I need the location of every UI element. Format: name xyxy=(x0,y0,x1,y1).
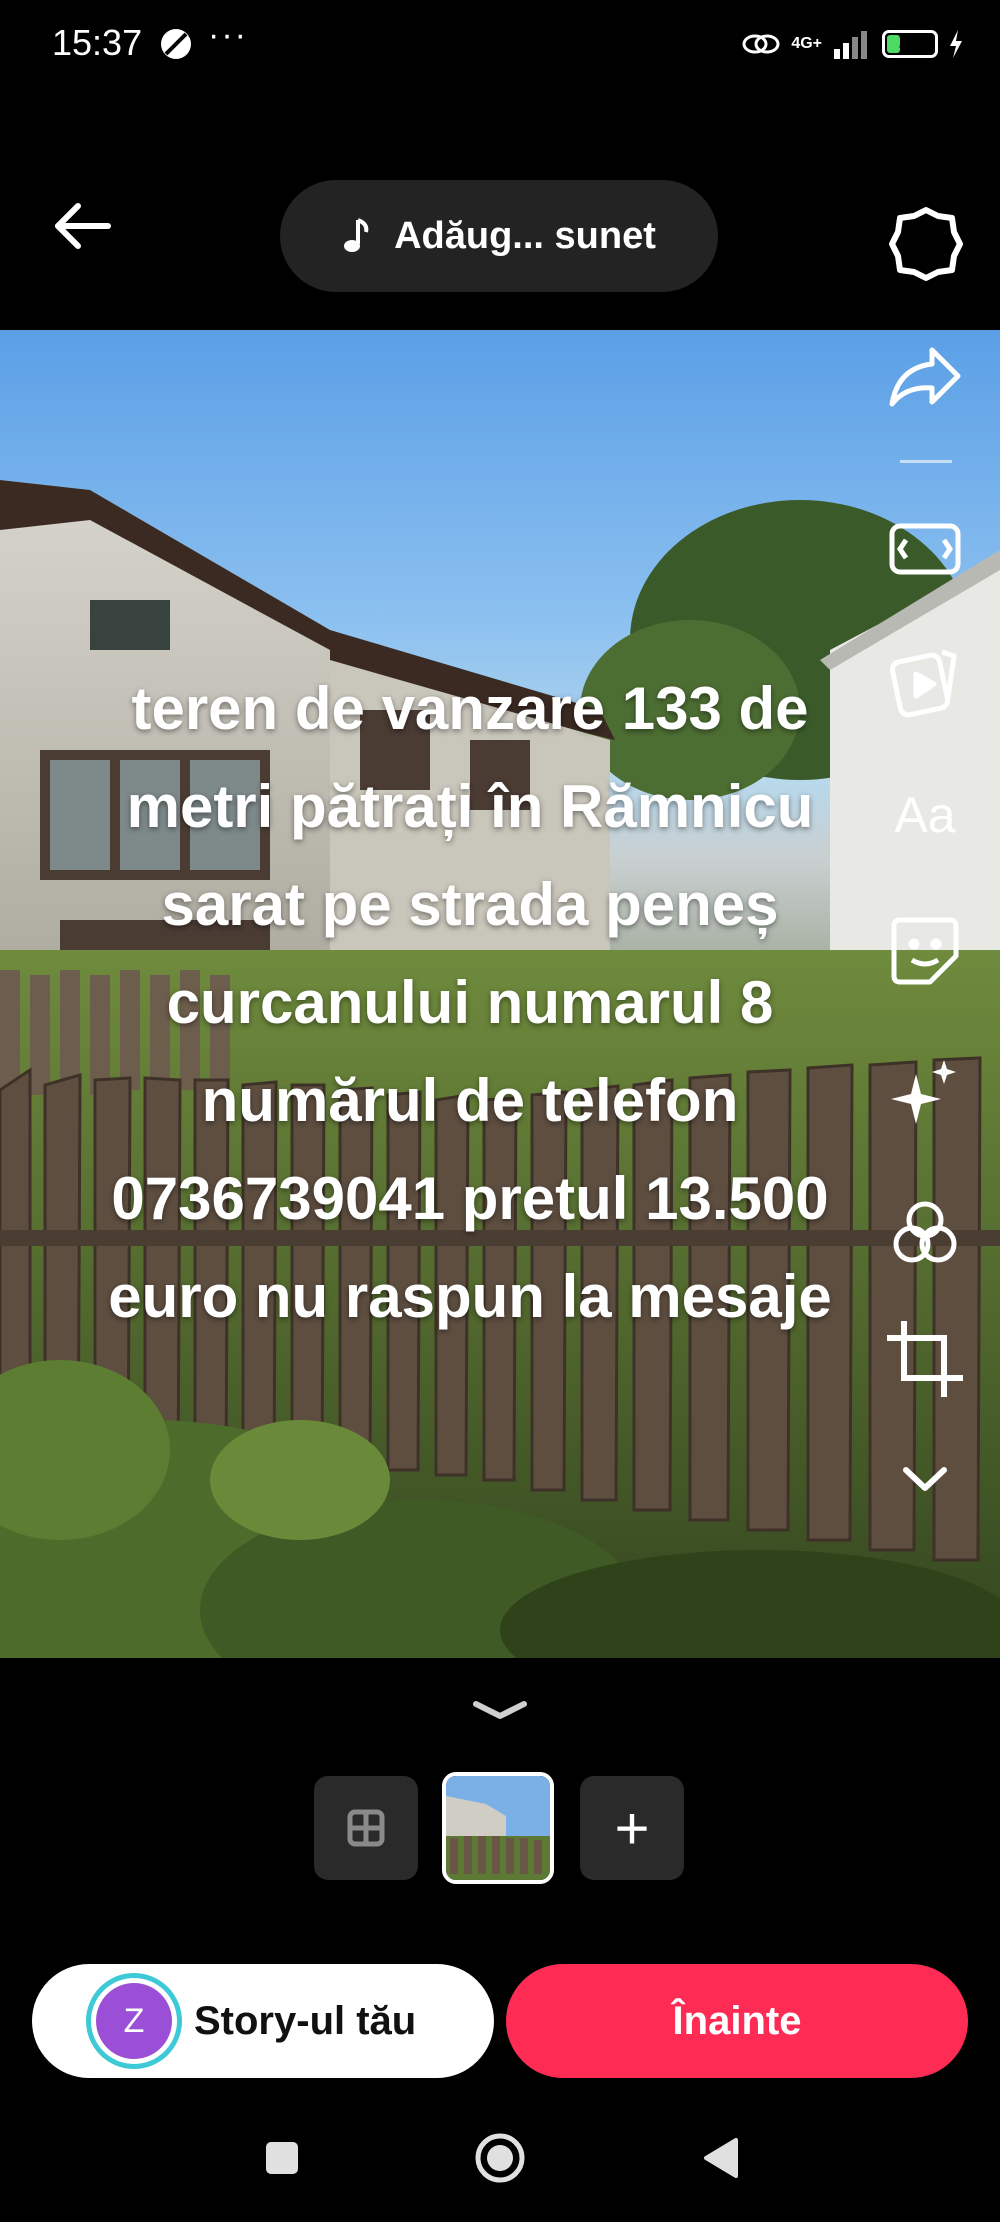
battery-icon: 28 xyxy=(882,30,938,58)
effects-icon xyxy=(891,1060,956,1124)
effects-button[interactable] xyxy=(886,1054,964,1132)
network-label: 4G+ xyxy=(791,35,822,52)
share-button[interactable] xyxy=(886,338,964,416)
toolbar-divider xyxy=(900,460,952,463)
arrow-left-icon xyxy=(55,203,111,249)
collapse-chevron-icon[interactable] xyxy=(470,1696,530,1726)
aspect-ratio-button[interactable] xyxy=(886,510,964,588)
settings-button[interactable] xyxy=(886,204,966,284)
filters-button[interactable] xyxy=(886,1196,964,1274)
chevron-down-icon xyxy=(903,1467,947,1491)
next-label: Înainte xyxy=(672,1998,802,2043)
avatar: Z xyxy=(96,1983,172,2059)
add-clip-button[interactable]: + xyxy=(580,1776,684,1880)
your-story-label: Story-ul tău xyxy=(194,1998,417,2043)
more-tools-button[interactable] xyxy=(886,1440,964,1518)
battery-level: 28 xyxy=(898,31,922,53)
filters-icon xyxy=(893,1201,957,1263)
signal-icon xyxy=(834,31,867,59)
video-icon xyxy=(889,649,957,718)
more-notifications-icon: ··· xyxy=(208,16,248,54)
grid-icon xyxy=(347,1809,385,1847)
gear-icon xyxy=(889,207,963,281)
aspect-ratio-icon xyxy=(889,523,961,575)
music-note-icon xyxy=(344,218,369,252)
dnd-icon xyxy=(161,29,191,59)
video-template-button[interactable] xyxy=(886,642,964,720)
crop-icon xyxy=(887,1321,963,1397)
photo-canvas[interactable]: teren de vanzare 133 de metri pătrați în… xyxy=(0,330,1000,1658)
clip-thumbnail[interactable] xyxy=(442,1772,554,1884)
share-icon xyxy=(889,347,961,407)
add-sound-button[interactable]: Adăug... sunet xyxy=(280,180,718,292)
status-time: 15:37 xyxy=(52,22,143,63)
your-story-button[interactable]: Z Story-ul tău xyxy=(32,1964,494,2078)
layout-grid-button[interactable] xyxy=(314,1776,418,1880)
thumbnail-image xyxy=(446,1776,550,1880)
sticker-button[interactable] xyxy=(886,912,964,990)
back-button[interactable] xyxy=(48,196,118,266)
home-nav-button[interactable] xyxy=(474,2132,526,2184)
back-nav-button[interactable] xyxy=(700,2136,740,2180)
plus-icon: + xyxy=(614,1794,650,1862)
status-icons: 4G+ 28 xyxy=(741,24,964,64)
text-tool-button[interactable]: Aa xyxy=(886,780,964,850)
link-icon xyxy=(742,34,780,54)
add-sound-label: Adăug... sunet xyxy=(394,214,656,257)
overlay-caption-text[interactable]: teren de vanzare 133 de metri pătrați în… xyxy=(60,660,880,1346)
charging-icon xyxy=(950,30,962,58)
recents-nav-button[interactable] xyxy=(266,2142,298,2174)
next-button[interactable]: Înainte xyxy=(506,1964,968,2078)
crop-button[interactable] xyxy=(886,1320,964,1398)
sticker-icon xyxy=(891,917,959,985)
